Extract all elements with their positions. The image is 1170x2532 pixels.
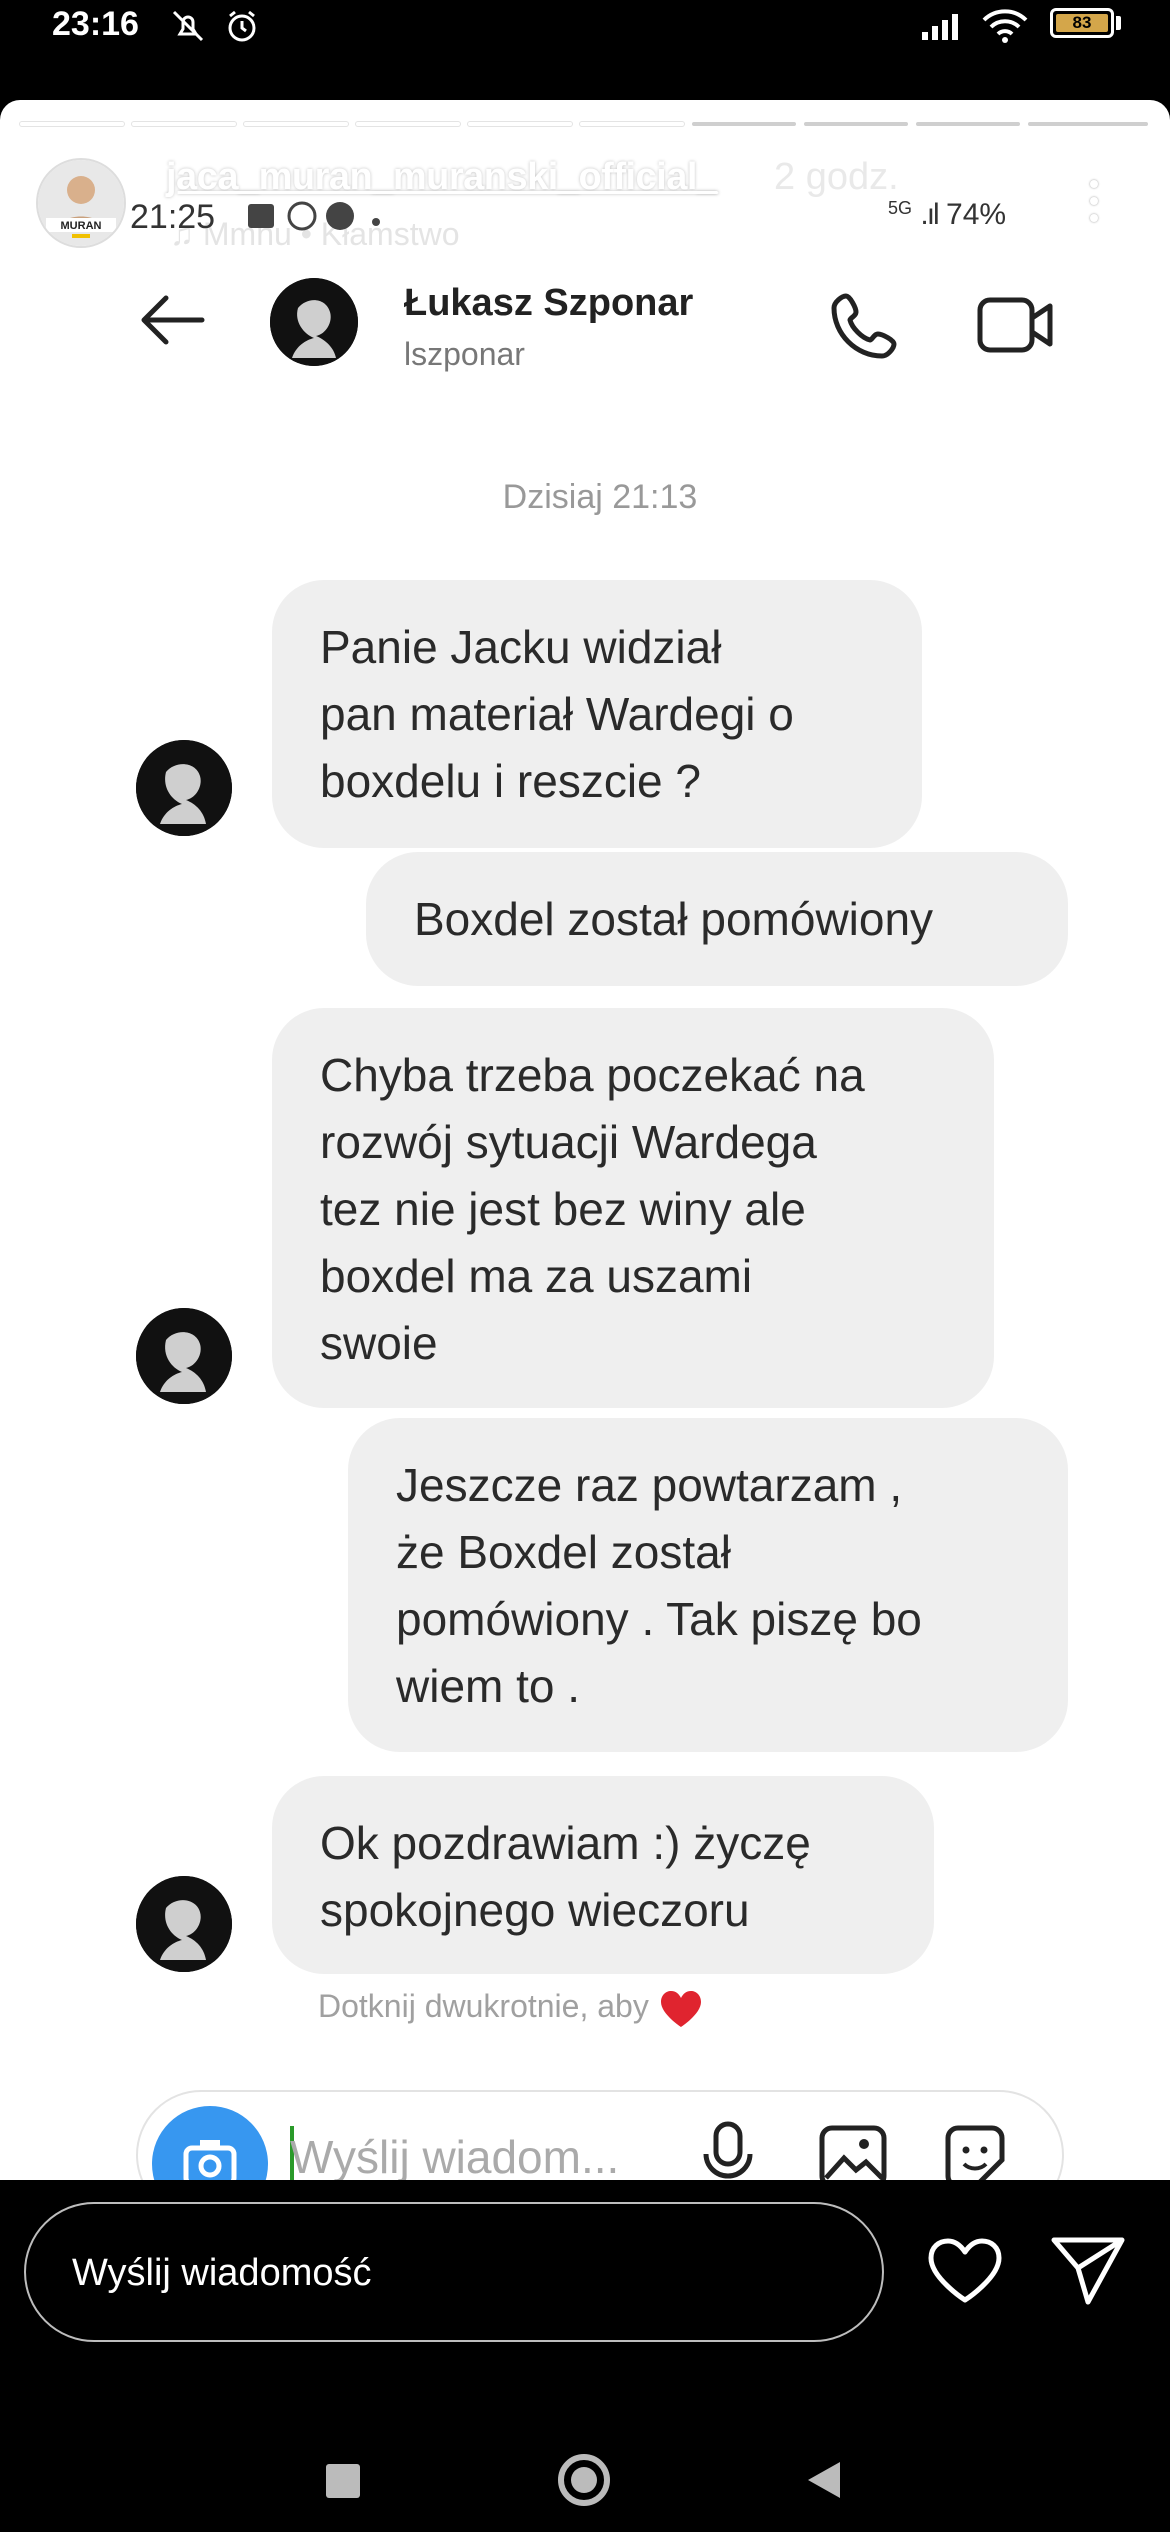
- story-progress-segment: [580, 122, 684, 126]
- heart-icon[interactable]: [926, 2236, 1004, 2306]
- message-line: Chyba trzeba poczekać na: [320, 1049, 865, 1101]
- status-time: 23:16: [52, 5, 139, 43]
- message-line: Panie Jacku widział: [320, 621, 722, 673]
- network-type: 5G: [888, 198, 913, 218]
- message-line: rozwój sytuacji Wardega: [320, 1116, 817, 1168]
- story-progress-segment: [244, 122, 348, 126]
- story-progress-segment: [916, 122, 1020, 126]
- story-progress-segment: [692, 122, 796, 126]
- message-line: Jeszcze raz powtarzam ,: [396, 1459, 903, 1511]
- contact-name: Łukasz Szponar: [404, 282, 694, 324]
- message-line: tez nie jest bez winy ale: [320, 1183, 806, 1235]
- message-line: boxdelu i reszcie ?: [320, 755, 701, 807]
- alarm-icon: [228, 10, 256, 42]
- story-avatar[interactable]: MURAN: [36, 158, 126, 248]
- nav-back-icon[interactable]: [806, 2460, 842, 2500]
- message-line: Boxdel został pomówiony: [414, 893, 934, 945]
- message-avatar[interactable]: [136, 740, 232, 836]
- message-bubble-incoming[interactable]: Ok pozdrawiam :) życzę spokojnego wieczo…: [272, 1776, 934, 1974]
- message-line: pan materiał Wardegi o: [320, 688, 794, 740]
- story-progress-segment: [1028, 122, 1148, 126]
- recent-apps-button[interactable]: [326, 2464, 360, 2498]
- message-line: wiem to .: [396, 1660, 581, 1712]
- message-line: pomówiony . Tak piszę bo: [396, 1593, 922, 1645]
- phone-icon[interactable]: [826, 288, 902, 364]
- back-arrow-icon[interactable]: [136, 290, 208, 350]
- contact-handle: lszponar: [404, 336, 525, 372]
- avatar-brand-text: MURAN: [61, 220, 102, 232]
- battery-tip: [1116, 16, 1121, 30]
- screenshot-battery: 74%: [946, 198, 1007, 231]
- story-progress-segment: [132, 122, 236, 126]
- story-progress-segment: [356, 122, 460, 126]
- double-tap-hint: Dotknij dwukrotnie, aby: [318, 1988, 704, 2029]
- image-icon[interactable]: [818, 2124, 888, 2180]
- screenshot-status-right: 5G .ıl 74%: [888, 198, 1007, 231]
- mute-icon: [172, 10, 204, 42]
- date-separator: Dzisiaj 21:13: [502, 478, 698, 516]
- message-bubble-outgoing[interactable]: Boxdel został pomówiony: [366, 852, 1068, 986]
- message-line: swoie: [320, 1317, 438, 1369]
- contact-avatar[interactable]: [270, 278, 358, 366]
- reply-placeholder[interactable]: Wyślij wiadomość: [72, 2252, 372, 2295]
- more-icon[interactable]: [1090, 180, 1100, 231]
- video-icon[interactable]: [976, 290, 1056, 360]
- story-card[interactable]: MURAN jaca_muran_muranski_official_ 2 go…: [0, 100, 1170, 2180]
- message-bubble-incoming[interactable]: Chyba trzeba poczekać na rozwój sytuacji…: [272, 1008, 994, 1408]
- message-line: boxdel ma za uszami: [320, 1250, 753, 1302]
- story-progress-segment: [20, 122, 124, 126]
- double-tap-hint-text: Dotknij dwukrotnie, aby: [318, 1988, 649, 2024]
- message-line: Ok pozdrawiam :) życzę: [320, 1817, 811, 1869]
- wifi-icon: [982, 9, 1028, 43]
- message-avatar[interactable]: [136, 1876, 232, 1972]
- story-progress-segment: [468, 122, 572, 126]
- status-bar: 23:16 83: [0, 0, 1170, 100]
- send-icon[interactable]: [1048, 2232, 1128, 2308]
- story-progress-segment: [804, 122, 908, 126]
- message-line: że Boxdel został: [396, 1526, 731, 1578]
- screenshot-composer-placeholder: Wyślij wiadom...: [290, 2131, 620, 2180]
- home-button[interactable]: [558, 2454, 610, 2506]
- message-bubble-incoming[interactable]: Panie Jacku widział pan materiał Wardegi…: [272, 580, 922, 848]
- heart-emoji-icon: [660, 1990, 701, 2027]
- message-bubble-outgoing[interactable]: Jeszcze raz powtarzam , że Boxdel został…: [348, 1418, 1068, 1752]
- message-line: spokojnego wieczoru: [320, 1884, 750, 1936]
- signal-icon: [922, 14, 958, 40]
- battery-icon: 83: [1050, 8, 1114, 38]
- story-age: 2 godz.: [774, 156, 899, 198]
- screenshot-status-time: 21:25: [130, 198, 216, 236]
- battery-level: 83: [1056, 14, 1108, 32]
- camera-icon[interactable]: [152, 2106, 268, 2180]
- story-username[interactable]: jaca_muran_muranski_official_: [166, 156, 718, 199]
- mic-icon[interactable]: [700, 2120, 756, 2180]
- message-avatar[interactable]: [136, 1308, 232, 1404]
- screenshot-status-icons: [248, 201, 380, 231]
- sticker-icon[interactable]: [940, 2124, 1010, 2180]
